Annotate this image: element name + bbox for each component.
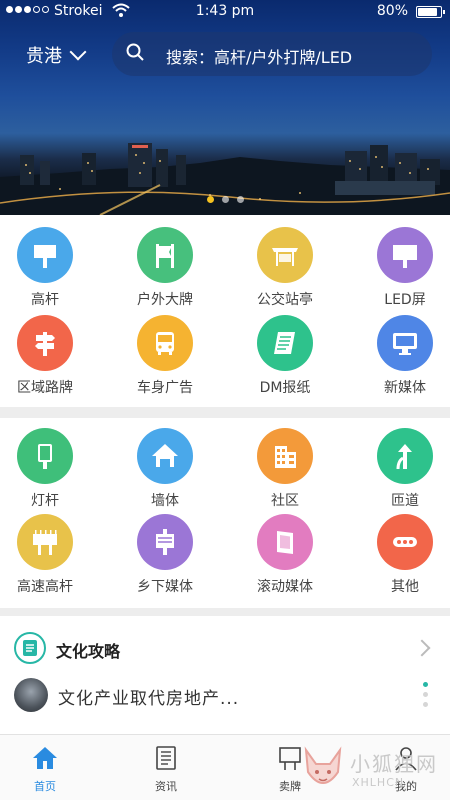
category-lamp-pole[interactable]: 灯杆: [0, 428, 90, 510]
banner-pager: [0, 196, 450, 203]
category-scroll-media[interactable]: 滚动媒体: [240, 514, 330, 596]
building-icon: [257, 428, 313, 484]
category-grid-primary: 高杆 户外大牌 公交站亭 LED屏 区域路牌 车身广告 DM报纸 新媒体: [0, 215, 450, 407]
search-icon: [126, 43, 144, 61]
hero-banner[interactable]: Strokei 1:43 pm 80% 贵港 搜索：高杆/户外打牌/LED: [0, 0, 450, 215]
article-pager: [423, 682, 428, 707]
home-icon: [33, 747, 57, 769]
article-thumbnail: [14, 678, 48, 712]
category-bus-ad[interactable]: 车身广告: [120, 315, 210, 397]
category-other[interactable]: 其他: [360, 514, 450, 596]
chevron-right-icon[interactable]: [413, 639, 431, 657]
category-wall[interactable]: 墙体: [120, 428, 210, 510]
watermark-text: 小狐狸网: [350, 752, 438, 776]
culture-tips-section: 文化攻略 文化产业取代房地产...: [0, 616, 450, 734]
article-headline[interactable]: 文化产业取代房地产...: [58, 684, 239, 709]
category-led[interactable]: LED屏: [360, 227, 450, 309]
category-label: 墙体: [151, 493, 179, 509]
scroll-media-icon: [257, 514, 313, 570]
category-dm-newspaper[interactable]: DM报纸: [240, 315, 330, 397]
category-ramp[interactable]: 匝道: [360, 428, 450, 510]
category-label: LED屏: [384, 292, 426, 308]
pager-dot: [423, 702, 428, 707]
category-label: 新媒体: [384, 380, 426, 396]
road-sign-icon: [17, 315, 73, 371]
category-label: 高杆: [31, 292, 59, 308]
category-highway-billboard[interactable]: 高速高杆: [0, 514, 90, 596]
document-icon: [14, 632, 46, 664]
category-gaogan[interactable]: 高杆: [0, 227, 90, 309]
category-label: 高速高杆: [17, 579, 73, 595]
category-label: 车身广告: [137, 380, 193, 396]
outdoor-sign-icon: [137, 227, 193, 283]
bus-shelter-icon: [257, 227, 313, 283]
watermark-subtext: XHLHCN: [352, 776, 405, 789]
tab-label: 首页: [34, 780, 56, 793]
category-label: DM报纸: [259, 380, 311, 396]
monitor-icon: [377, 315, 433, 371]
pager-dot: [221, 196, 229, 203]
highway-billboard-icon: [17, 514, 73, 570]
battery-percent: 80%: [376, 3, 408, 19]
category-outdoor-sign[interactable]: 户外大牌: [120, 227, 210, 309]
city-name: 贵港: [26, 46, 62, 67]
lamp-pole-icon: [17, 428, 73, 484]
ramp-arrow-icon: [377, 428, 433, 484]
category-label: 社区: [271, 493, 299, 509]
more-dots-icon: [377, 514, 433, 570]
billboard-icon: [17, 227, 73, 283]
category-grid-secondary: 灯杆 墙体 社区 匝道 高速高杆 乡下媒体 滚动媒体 其他: [0, 418, 450, 608]
category-label: 公交站亭: [257, 292, 313, 308]
category-label: 滚动媒体: [257, 579, 313, 595]
category-road-sign[interactable]: 区域路牌: [0, 315, 90, 397]
category-bus-shelter[interactable]: 公交站亭: [240, 227, 330, 309]
category-community[interactable]: 社区: [240, 428, 330, 510]
tab-label: 资讯: [155, 780, 177, 793]
pager-dot-active: [206, 196, 214, 203]
fox-logo-icon: [304, 746, 342, 784]
tab-news[interactable]: 资讯: [126, 745, 206, 794]
site-watermark: 小狐狸网 XHLHCN: [300, 744, 450, 800]
house-icon: [137, 428, 193, 484]
category-label: 区域路牌: [17, 380, 73, 396]
bus-icon: [137, 315, 193, 371]
category-rural-media[interactable]: 乡下媒体: [120, 514, 210, 596]
search-input[interactable]: 搜索：高杆/户外打牌/LED: [112, 32, 432, 76]
category-label: 其他: [391, 579, 419, 595]
battery-icon: [416, 6, 445, 18]
city-selector[interactable]: 贵港: [26, 42, 87, 68]
pager-dot-active: [423, 682, 428, 687]
category-new-media[interactable]: 新媒体: [360, 315, 450, 397]
category-label: 户外大牌: [137, 292, 193, 308]
chevron-down-icon: [69, 43, 87, 61]
pager-dot: [423, 692, 428, 697]
news-icon: [156, 746, 176, 770]
category-label: 乡下媒体: [137, 579, 193, 595]
section-title: 文化攻略: [56, 642, 121, 661]
category-label: 匝道: [391, 493, 419, 509]
status-bar: Strokei 1:43 pm 80%: [0, 0, 450, 24]
category-label: 灯杆: [31, 493, 59, 509]
newspaper-icon: [257, 315, 313, 371]
rural-media-icon: [137, 514, 193, 570]
tab-home[interactable]: 首页: [5, 745, 85, 794]
pager-dot: [236, 196, 244, 203]
search-placeholder: 搜索：高杆/户外打牌/LED: [166, 48, 353, 67]
led-screen-icon: [377, 227, 433, 283]
